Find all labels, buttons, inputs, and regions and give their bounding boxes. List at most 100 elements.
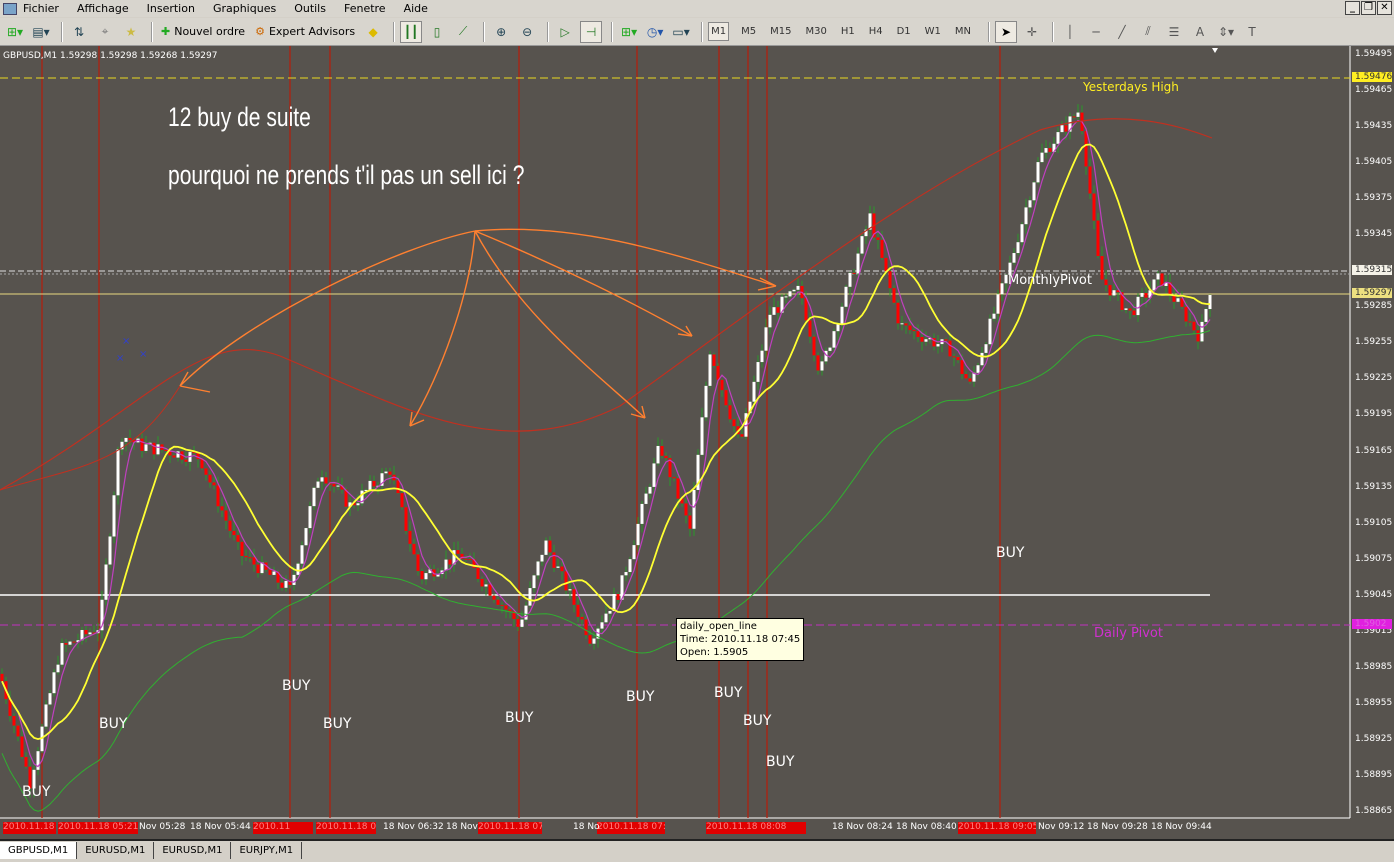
templates-icon[interactable]: ▭▾ (670, 21, 692, 43)
market-watch-icon[interactable]: ⇅ (68, 21, 90, 43)
price-axis-label: 1.59495 (1355, 49, 1393, 59)
expert-advisors-label: Expert Advisors (268, 25, 356, 38)
daily-pivot-price-tag: 1.5902 (1352, 619, 1392, 629)
tab-eurusd-m1[interactable]: EURUSD,M1 (77, 842, 155, 859)
new-chart-icon[interactable]: ⊞▾ (4, 21, 26, 43)
bear-candle (412, 543, 416, 555)
bull-candle (976, 365, 980, 373)
tab-eurusd-m1-2[interactable]: EURUSD,M1 (154, 842, 232, 859)
bull-candle (708, 354, 712, 386)
signal-cross: × (139, 349, 147, 360)
bull-candle (520, 619, 524, 627)
zoom-out-icon[interactable]: ⊖ (516, 21, 538, 43)
bull-candle (796, 285, 800, 290)
tf-h1[interactable]: H1 (839, 23, 857, 40)
price-axis-label: 1.59255 (1355, 337, 1393, 348)
bear-candle (688, 515, 692, 529)
bear-candle (388, 471, 392, 475)
bull-candle (1028, 200, 1032, 208)
zoom-in-icon[interactable]: ⊕ (490, 21, 512, 43)
bear-candle (152, 442, 156, 455)
tf-w1[interactable]: W1 (923, 23, 943, 40)
price-chart[interactable]: × × × GBPUSD,M1 1.59298 1.59298 1.59268 1.… (0, 46, 1394, 839)
menu-fenetre[interactable]: Fenetre (344, 2, 386, 15)
menu-fichier[interactable]: Fichier (23, 2, 59, 15)
bull-candle (772, 307, 776, 315)
line-chart-icon[interactable]: ⟋ (452, 21, 474, 43)
text-tool-icon[interactable]: A (1189, 21, 1211, 43)
price-axis-label: 1.59195 (1355, 409, 1393, 420)
tooltip-time: Time: 2010.11.18 07:45 (680, 634, 801, 645)
bull-candle (592, 638, 596, 644)
candlestick-icon[interactable]: ▯ (426, 21, 448, 43)
close-button[interactable]: ✕ (1377, 1, 1392, 15)
bear-candle (712, 354, 716, 366)
tf-m30[interactable]: M30 (803, 23, 828, 40)
tab-gbpusd-m1[interactable]: GBPUSD,M1 (0, 842, 78, 859)
bull-candle (1040, 152, 1044, 163)
bull-candle (444, 559, 448, 571)
bear-candle (812, 336, 816, 356)
bear-candle (200, 459, 204, 469)
bar-chart-icon[interactable]: ┃┃ (400, 20, 423, 43)
bear-candle (248, 557, 252, 559)
bear-candle (256, 564, 260, 574)
tf-d1[interactable]: D1 (895, 23, 913, 40)
restore-button[interactable]: ❐ (1361, 1, 1376, 15)
menu-aide[interactable]: Aide (404, 2, 428, 15)
bull-candle (1200, 321, 1204, 342)
text-label-icon[interactable]: T (1241, 21, 1263, 43)
expert-advisors-icon: ⚙ (255, 25, 265, 38)
trendline-icon[interactable]: ╱ (1111, 21, 1133, 43)
bull-candle (768, 314, 772, 328)
horizontal-line-icon[interactable]: ─ (1085, 21, 1107, 43)
bear-candle (1104, 279, 1108, 286)
menu-affichage[interactable]: Affichage (77, 2, 129, 15)
equidistant-channel-icon[interactable]: ⫽ (1137, 21, 1159, 43)
crosshair-icon[interactable]: ✛ (1021, 21, 1043, 43)
warning-icon[interactable]: ◆ (362, 21, 384, 43)
auto-scroll-icon[interactable]: ▷ (554, 21, 576, 43)
periods-clock-icon[interactable]: ◷▾ (644, 21, 666, 43)
menu-bar: Fichier Affichage Insertion Graphiques O… (0, 0, 1394, 17)
time-axis-label: 18 Nov 06:32 (383, 822, 444, 832)
new-order-button[interactable]: ✚ Nouvel ordre (158, 21, 248, 43)
bull-candle (1152, 279, 1156, 291)
profiles-icon[interactable]: ▤▾ (30, 21, 52, 43)
bear-candle (500, 604, 504, 606)
menu-outils[interactable]: Outils (294, 2, 326, 15)
cursor-icon[interactable]: ➤ (995, 20, 1018, 43)
bear-candle (740, 434, 744, 437)
minimize-button[interactable]: _ (1345, 1, 1360, 15)
vertical-line-icon[interactable]: │ (1059, 21, 1081, 43)
tab-eurjpy-m1[interactable]: EURJPY,M1 (231, 842, 303, 859)
bull-candle (856, 253, 860, 274)
favorites-icon[interactable]: ★ (120, 21, 142, 43)
bull-candle (1176, 298, 1180, 302)
bull-candle (832, 331, 836, 348)
tf-h4[interactable]: H4 (867, 23, 885, 40)
expert-advisors-button[interactable]: ⚙ Expert Advisors (252, 21, 358, 43)
bull-candle (108, 536, 112, 565)
chart-shift-icon[interactable]: ⊣ (580, 20, 603, 43)
annotation-line-2: pourquoi ne prends t'il pas un sell ici … (168, 160, 525, 190)
bear-candle (480, 578, 484, 587)
crosshair-nav-icon[interactable]: ⌖ (94, 21, 116, 43)
menu-graphiques[interactable]: Graphiques (213, 2, 276, 15)
tf-m5[interactable]: M5 (739, 23, 758, 40)
indicators-icon[interactable]: ⊞▾ (618, 21, 640, 43)
fibonacci-icon[interactable]: ☰ (1163, 21, 1185, 43)
bear-candle (224, 510, 228, 521)
bear-candle (508, 609, 512, 612)
bear-candle (664, 455, 668, 459)
bear-candle (184, 459, 188, 462)
bear-candle (1144, 293, 1148, 298)
tf-mn[interactable]: MN (953, 23, 973, 40)
bear-candle (804, 298, 808, 321)
tf-m15[interactable]: M15 (768, 23, 793, 40)
bear-candle (948, 340, 952, 357)
tf-m1[interactable]: M1 (708, 22, 730, 41)
hand-drawn-arrow (409, 230, 476, 427)
arrows-icon[interactable]: ⇕▾ (1215, 21, 1237, 43)
menu-insertion[interactable]: Insertion (147, 2, 195, 15)
